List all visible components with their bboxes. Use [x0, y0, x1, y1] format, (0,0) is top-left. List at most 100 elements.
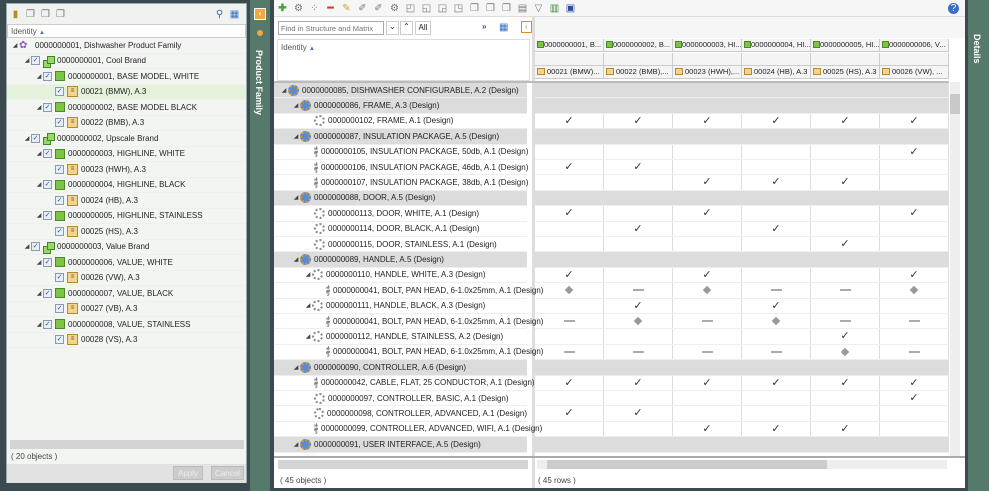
tree-node[interactable]: ✓ ≡ 00022 (BMB), A.3	[7, 116, 246, 131]
matrix-cell[interactable]: ✓	[880, 144, 949, 159]
matrix-cell[interactable]	[535, 421, 604, 437]
matrix-horizontal-scrollbar[interactable]	[537, 460, 947, 469]
tree-node[interactable]: ◢ ✓ 0000000001, BASE MODEL, WHITE	[7, 69, 246, 85]
matrix-cell[interactable]	[535, 83, 604, 98]
paste-icon[interactable]: ❐	[40, 9, 51, 20]
matrix-cell[interactable]	[742, 344, 811, 360]
expand-triangle-icon[interactable]: ◢	[280, 87, 288, 94]
structure-row[interactable]: 0000000107, INSULATION PACKAGE, 38db, A.…	[274, 175, 528, 191]
structure-row[interactable]: 0000000113, DOOR, WHITE, A.1 (Design)	[274, 206, 527, 222]
matrix-cell[interactable]	[880, 221, 949, 236]
tree-node[interactable]: ✓ ≡ 00023 (HWH), A.3	[7, 162, 246, 178]
structure-row[interactable]: ◢ 0000000085, DISHWASHER CONFIGURABLE, A.…	[274, 83, 527, 99]
matrix-cell[interactable]: ✓	[880, 113, 949, 129]
matrix-cell[interactable]	[604, 314, 673, 329]
matrix-cell[interactable]: ✓	[604, 298, 673, 313]
include-checkbox[interactable]: ✓	[43, 211, 52, 221]
matrix-cell[interactable]: ✓	[742, 175, 811, 190]
expand-triangle-icon[interactable]: ◢	[35, 321, 43, 328]
matrix-cell[interactable]	[742, 267, 811, 283]
matrix-model-column-header[interactable]: 0000000005, HI...	[811, 39, 880, 51]
matrix-cell[interactable]	[535, 344, 604, 360]
tree-node[interactable]: ◢ ✓ 0000000008, VALUE, STAINLESS	[7, 317, 246, 333]
structure-row[interactable]: 0000000041, BOLT, PAN HEAD, 6-1.0x25mm, …	[274, 314, 543, 330]
matrix-cell[interactable]	[880, 252, 949, 267]
include-checkbox[interactable]: ✓	[55, 195, 64, 205]
cancel-button[interactable]: Cancel	[211, 466, 244, 480]
expand-triangle-icon[interactable]: ◢	[23, 57, 31, 64]
tree-node[interactable]: ◢ ✓ 0000000007, VALUE, BLACK	[7, 286, 246, 302]
matrix-cell[interactable]	[535, 298, 604, 313]
matrix-header-cell[interactable]	[535, 53, 604, 65]
expand-triangle-icon[interactable]: ◢	[35, 150, 43, 157]
edit-icon[interactable]: ✎	[341, 3, 352, 14]
structure-row[interactable]: 0000000098, CONTROLLER, ADVANCED, A.1 (D…	[274, 406, 527, 422]
column-chooser-icon[interactable]: ▦	[499, 22, 508, 33]
expand-triangle-icon[interactable]: ◢	[11, 42, 19, 49]
matrix-cell[interactable]	[742, 160, 811, 175]
matrix-cell[interactable]: ✓	[673, 113, 742, 129]
apply-button[interactable]: Apply	[173, 466, 203, 480]
include-checkbox[interactable]: ✓	[43, 257, 52, 267]
matrix-cell[interactable]	[535, 98, 604, 113]
structure-row[interactable]: 0000000041, BOLT, PAN HEAD, 6-1.0x25mm, …	[274, 283, 543, 299]
tree-node[interactable]: ◢ ✓ 0000000002, BASE MODEL BLACK	[7, 100, 246, 116]
matrix-cell[interactable]	[604, 421, 673, 437]
matrix-cell[interactable]	[604, 267, 673, 283]
matrix-cell[interactable]: ✓	[742, 221, 811, 236]
matrix-cell[interactable]: ✓	[535, 113, 604, 129]
matrix-model-column-header[interactable]: 0000000006, V...	[880, 39, 949, 51]
matrix-cell[interactable]	[811, 437, 880, 452]
expand-triangle-icon[interactable]: ◢	[304, 333, 312, 340]
matrix-header-cell[interactable]	[811, 53, 880, 65]
matrix-cell[interactable]	[880, 237, 949, 252]
matrix-model-column-header[interactable]: 0000000001, B...	[535, 39, 604, 51]
filter-icon[interactable]: ▽	[533, 3, 544, 14]
matrix-config-column-header[interactable]: 00026 (VW), ...	[880, 66, 949, 78]
structure-row[interactable]: ◢ 0000000088, DOOR, A.5 (Design)	[274, 190, 527, 207]
matrix-cell[interactable]	[673, 406, 742, 421]
paste-special-icon[interactable]: ❐	[501, 3, 512, 14]
matrix-cell[interactable]: ✓	[535, 160, 604, 175]
paste-special-icon[interactable]: ❐	[55, 9, 66, 20]
search-icon[interactable]: ⚲	[214, 9, 225, 20]
tree-node[interactable]: ◢ ✓ 0000000003, Value Brand	[7, 240, 246, 255]
matrix-cell[interactable]	[535, 175, 604, 190]
matrix-vertical-scrollbar[interactable]	[950, 82, 960, 456]
help-icon[interactable]: ?	[948, 2, 959, 14]
expand-triangle-icon[interactable]: ◢	[292, 364, 300, 371]
matrix-cell[interactable]	[811, 344, 880, 360]
matrix-cell[interactable]	[811, 360, 880, 375]
structure-row[interactable]: ◢ 0000000110, HANDLE, WHITE, A.3 (Design)	[274, 268, 527, 284]
matrix-cell[interactable]	[742, 314, 811, 329]
report-icon[interactable]: ▥	[549, 3, 560, 14]
remove-icon[interactable]: ━	[325, 3, 336, 14]
expand-triangle-icon[interactable]: ◢	[292, 133, 300, 140]
tree-node[interactable]: ◢ ✓ 0000000006, VALUE, WHITE	[7, 255, 246, 271]
matrix-cell[interactable]	[604, 144, 673, 159]
structure-row[interactable]: 0000000102, FRAME, A.1 (Design)	[274, 114, 527, 130]
collapse-icon[interactable]: ‹	[254, 8, 266, 20]
include-checkbox[interactable]: ✓	[55, 164, 64, 174]
matrix-cell[interactable]	[880, 298, 949, 313]
include-checkbox[interactable]: ✓	[43, 102, 52, 112]
matrix-cell[interactable]	[673, 129, 742, 144]
matrix-cell[interactable]	[880, 421, 949, 437]
matrix-cell[interactable]	[604, 98, 673, 113]
matrix-config-column-header[interactable]: 00021 (BMW)...	[535, 66, 604, 78]
include-checkbox[interactable]: ✓	[31, 56, 40, 66]
matrix-cell[interactable]	[673, 160, 742, 175]
matrix-cell[interactable]: ✓	[811, 113, 880, 129]
matrix-cell[interactable]	[880, 160, 949, 175]
expand-triangle-icon[interactable]: ◢	[35, 181, 43, 188]
matrix-cell[interactable]	[880, 129, 949, 144]
find-all-button[interactable]: All	[415, 21, 431, 35]
collapse-panel-icon[interactable]: ‹	[521, 21, 532, 33]
matrix-cell[interactable]	[604, 190, 673, 206]
matrix-cell[interactable]	[742, 237, 811, 252]
matrix-cell[interactable]	[673, 190, 742, 206]
matrix-cell[interactable]	[604, 175, 673, 190]
matrix-cell[interactable]	[673, 252, 742, 267]
column-chooser-icon[interactable]: ▦	[229, 9, 240, 20]
matrix-cell[interactable]	[535, 329, 604, 344]
